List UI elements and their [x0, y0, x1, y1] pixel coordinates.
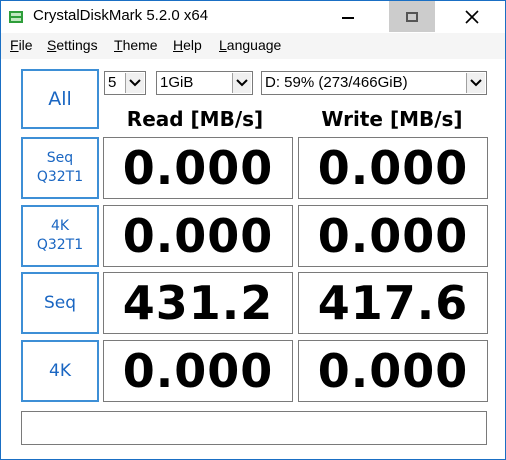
read-result-seq: 431.2	[103, 272, 293, 334]
size-value: 1GiB	[160, 74, 194, 91]
test-label-line1: 4K	[50, 218, 70, 234]
close-button[interactable]	[449, 1, 495, 32]
size-select[interactable]: 1GiB	[156, 71, 253, 95]
all-button-label: All	[48, 87, 72, 110]
test-label-line1: 4K	[49, 360, 71, 381]
menu-language[interactable]: Language	[219, 37, 281, 53]
app-window: CrystalDiskMark 5.2.0 x64 File Settings …	[0, 0, 506, 460]
test-button-seq-q32t1[interactable]: Seq Q32T1	[21, 137, 99, 199]
test-button-4k[interactable]: 4K	[21, 340, 99, 402]
title-bar[interactable]: CrystalDiskMark 5.2.0 x64	[1, 1, 505, 33]
main-panel: All 5 1GiB D: 59% (273/466GiB) Read [MB/…	[1, 59, 505, 459]
read-result-4k-q32t1: 0.000	[103, 205, 293, 267]
chevron-down-icon	[236, 79, 248, 87]
test-button-4k-q32t1[interactable]: 4K Q32T1	[21, 205, 99, 267]
menu-theme[interactable]: Theme	[114, 37, 158, 53]
window-title: CrystalDiskMark 5.2.0 x64	[33, 7, 209, 24]
drive-value: D: 59% (273/466GiB)	[265, 74, 408, 91]
write-header: Write [MB/s]	[321, 107, 463, 131]
minimize-button[interactable]	[325, 1, 371, 32]
maximize-icon	[406, 11, 418, 22]
write-result-4k-q32t1: 0.000	[298, 205, 488, 267]
size-dropdown-arrow[interactable]	[232, 73, 251, 93]
runs-value: 5	[108, 74, 117, 91]
read-result-4k: 0.000	[103, 340, 293, 402]
runs-dropdown-arrow[interactable]	[125, 73, 144, 93]
write-result-4k: 0.000	[298, 340, 488, 402]
disk-app-icon	[9, 11, 23, 23]
menu-settings[interactable]: Settings	[47, 37, 98, 53]
chevron-down-icon	[129, 79, 141, 87]
write-result-seq: 417.6	[298, 272, 488, 334]
maximize-button[interactable]	[389, 1, 435, 32]
test-label-line2: Q32T1	[36, 237, 84, 253]
menu-help[interactable]: Help	[173, 37, 202, 53]
comment-field[interactable]	[21, 411, 487, 445]
test-label-line1: Seq	[46, 150, 74, 166]
test-label-line1: Seq	[43, 292, 77, 313]
close-icon	[465, 9, 479, 24]
chevron-down-icon	[470, 79, 482, 87]
test-label-line2: Q32T1	[36, 169, 84, 185]
drive-dropdown-arrow[interactable]	[466, 73, 485, 93]
runs-select[interactable]: 5	[104, 71, 146, 95]
read-header: Read [MB/s]	[126, 107, 264, 131]
write-result-seq-q32t1: 0.000	[298, 137, 488, 199]
all-button[interactable]: All	[21, 69, 99, 129]
minimize-icon	[342, 16, 354, 19]
menu-bar: File Settings Theme Help Language	[1, 33, 505, 59]
drive-select[interactable]: D: 59% (273/466GiB)	[261, 71, 487, 95]
menu-file[interactable]: File	[10, 37, 33, 53]
test-button-seq[interactable]: Seq	[21, 272, 99, 334]
read-result-seq-q32t1: 0.000	[103, 137, 293, 199]
